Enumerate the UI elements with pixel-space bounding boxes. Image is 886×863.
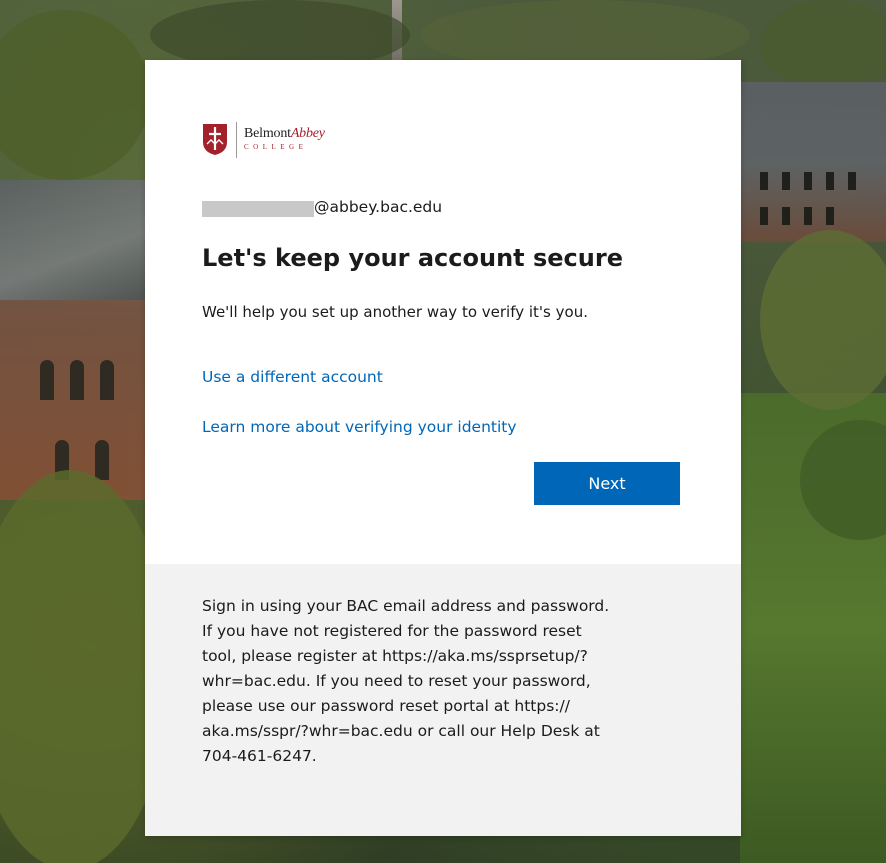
background-tree bbox=[760, 0, 886, 90]
background-building-left bbox=[0, 180, 150, 500]
logo-name-script: Abbey bbox=[290, 126, 325, 141]
background-window bbox=[848, 172, 856, 190]
background-window bbox=[70, 360, 84, 400]
sign-in-instructions: Sign in using your BAC email address and… bbox=[202, 597, 610, 765]
background-building-right bbox=[740, 82, 886, 242]
card-main-section: BelmontAbbey COLLEGE @abbey.bac.edu Let'… bbox=[145, 60, 741, 564]
background-window bbox=[100, 360, 114, 400]
belmont-abbey-logo: BelmontAbbey COLLEGE bbox=[202, 120, 402, 162]
logo-wordmark: BelmontAbbey bbox=[244, 126, 325, 142]
use-different-account-link[interactable]: Use a different account bbox=[202, 368, 383, 386]
background-roof bbox=[0, 180, 150, 300]
logo-name-plain: Belmont bbox=[244, 126, 291, 141]
crest-icon bbox=[203, 124, 227, 155]
logo-subtitle: COLLEGE bbox=[244, 143, 308, 151]
background-window bbox=[760, 207, 768, 225]
background-tree bbox=[0, 10, 150, 180]
next-button[interactable]: Next bbox=[534, 462, 680, 505]
background-window bbox=[782, 207, 790, 225]
logo-divider bbox=[236, 122, 237, 158]
background-window bbox=[804, 172, 812, 190]
page-title: Let's keep your account secure bbox=[202, 244, 623, 272]
background-window bbox=[760, 172, 768, 190]
background-window bbox=[782, 172, 790, 190]
background-window bbox=[826, 207, 834, 225]
background-window bbox=[40, 360, 54, 400]
sign-in-card: BelmontAbbey COLLEGE @abbey.bac.edu Let'… bbox=[145, 60, 741, 836]
learn-more-link[interactable]: Learn more about verifying your identity bbox=[202, 418, 517, 436]
page-subtitle: We'll help you set up another way to ver… bbox=[202, 303, 588, 321]
background-window bbox=[804, 207, 812, 225]
email-domain: @abbey.bac.edu bbox=[314, 198, 443, 216]
background-window bbox=[95, 440, 109, 480]
background-tree bbox=[760, 230, 886, 410]
redacted-username bbox=[202, 201, 314, 217]
background-window bbox=[826, 172, 834, 190]
